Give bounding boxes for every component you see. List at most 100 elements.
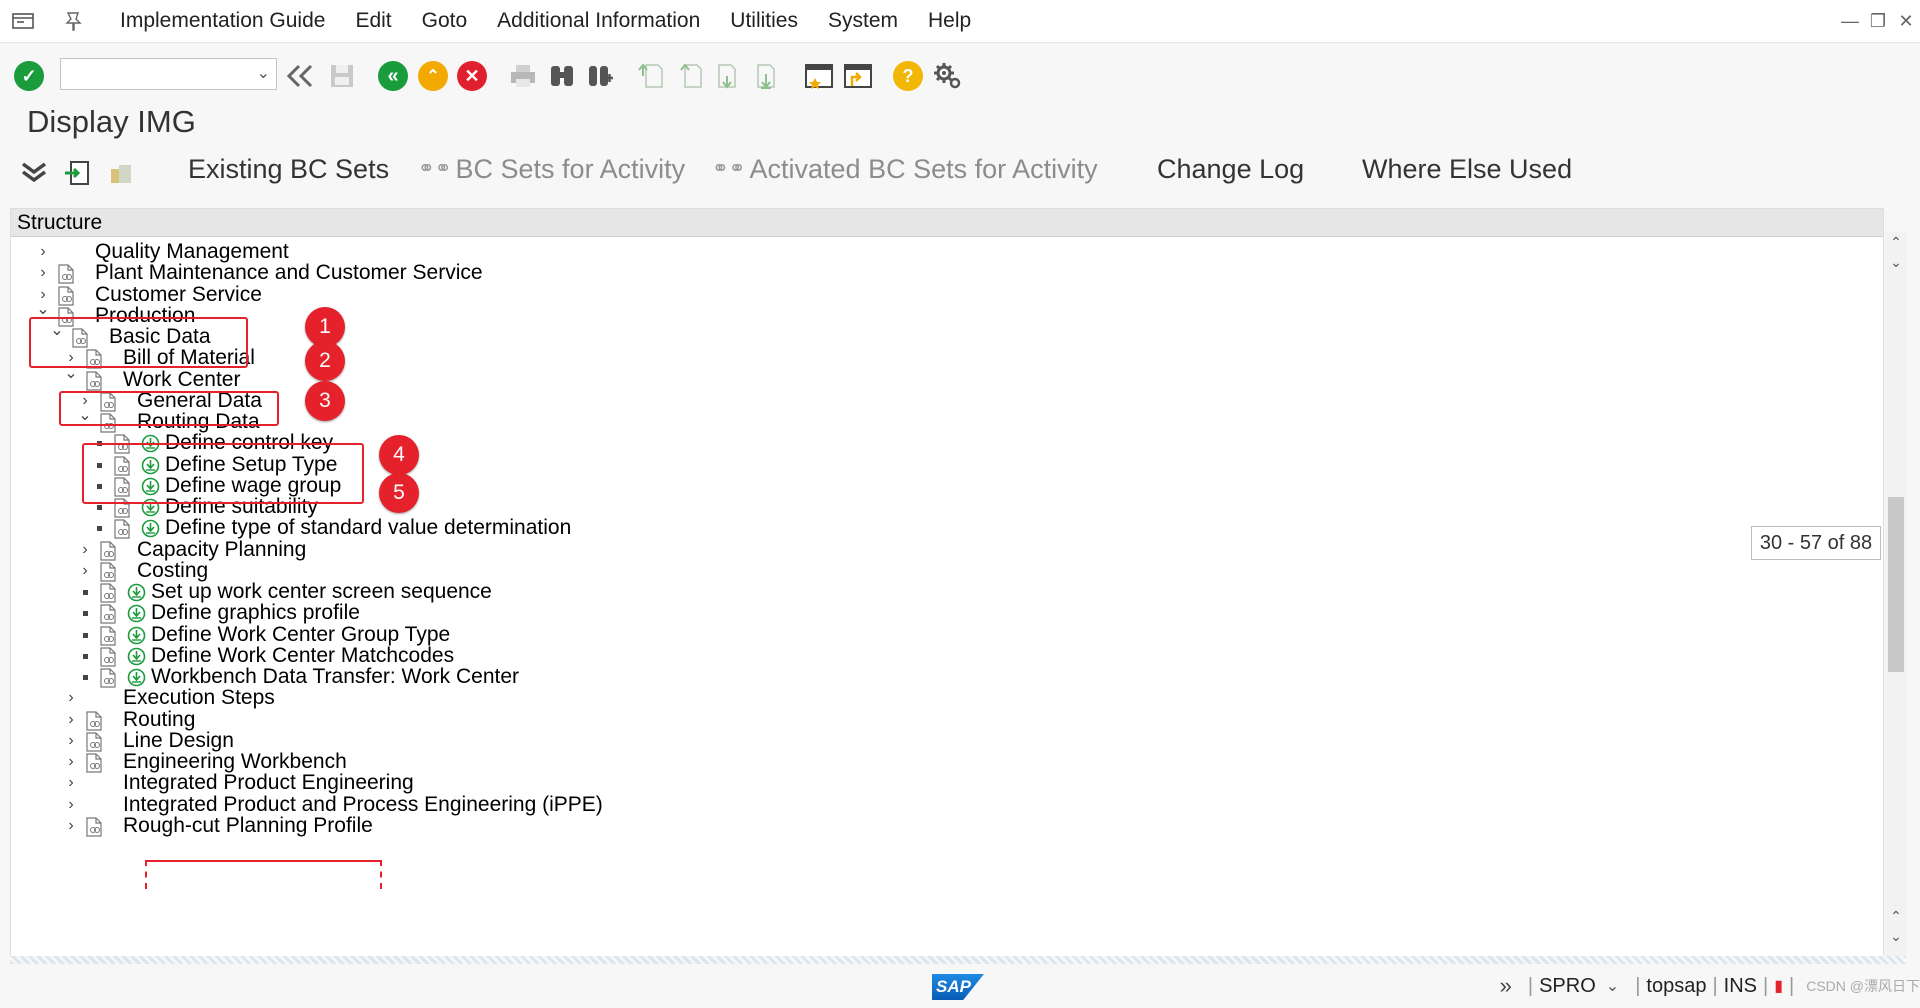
insert-mode[interactable]: INS (1724, 975, 1757, 998)
minimize-icon[interactable]: — (1836, 11, 1864, 32)
help-icon[interactable]: ? (891, 59, 925, 93)
app-menu-icon[interactable] (8, 9, 38, 33)
page-title: Display IMG (27, 104, 196, 139)
command-field[interactable]: ⌄ (60, 58, 277, 90)
callout-box-routing-data (82, 443, 364, 504)
create-session-icon[interactable] (802, 59, 836, 93)
scroll-down-step-icon[interactable]: ⌄ (1885, 254, 1907, 271)
cancel-icon[interactable]: ✕ (455, 59, 489, 93)
leaf-bullet-icon (83, 653, 88, 659)
watermark: CSDN @漂风日下 (1806, 978, 1920, 994)
glasses-icon: ⚭⚭ (418, 158, 452, 180)
existing-bc-sets-button[interactable]: Existing BC Sets (188, 154, 389, 185)
leaf-bullet-icon (83, 632, 88, 638)
scroll-page-up-icon[interactable]: ⌃ (1885, 908, 1907, 925)
command-input[interactable] (65, 59, 249, 89)
documentation-icon[interactable] (85, 817, 103, 837)
activated-bc-sets-label: Activated BC Sets for Activity (749, 154, 1098, 184)
back-icon[interactable]: « (376, 59, 410, 93)
leaf-bullet-icon (83, 590, 88, 595)
next-page-icon[interactable] (713, 59, 747, 93)
execute-activity-icon[interactable] (127, 668, 146, 687)
scroll-up-icon[interactable]: ⌃ (1885, 234, 1907, 251)
separator: | (1527, 974, 1534, 997)
separator: | (1712, 974, 1718, 997)
menu-system[interactable]: System (828, 9, 898, 33)
window-controls: — ❐ ✕ (1836, 0, 1920, 42)
bc-set-icon[interactable] (106, 158, 136, 188)
standard-toolbar: ✓ ⌄ « ⌃ ✕ ? (0, 43, 1920, 113)
print-icon[interactable] (506, 59, 540, 93)
highlight-engineering-workbench (145, 860, 382, 889)
tree-node[interactable]: › Rough-cut Planning Profile (11, 813, 1871, 839)
save-icon[interactable] (325, 59, 359, 93)
bc-sets-for-activity-label: BC Sets for Activity (455, 154, 686, 184)
leaf-bullet-icon (83, 675, 88, 680)
menu-edit[interactable]: Edit (355, 9, 391, 33)
transaction-code: SPRO (1539, 974, 1596, 997)
callout-box-production (29, 317, 248, 368)
callout-badge-2: 2 (305, 341, 345, 381)
callout-badge-3: 3 (305, 381, 345, 421)
tree-node-label[interactable]: Rough-cut Planning Profile (123, 813, 373, 839)
position-cursor-icon[interactable] (62, 158, 92, 188)
menu-goto[interactable]: Goto (422, 9, 468, 33)
expand-status-icon[interactable]: » (1500, 973, 1512, 999)
execute-activity-icon[interactable] (141, 519, 160, 538)
generate-shortcut-icon[interactable] (841, 59, 875, 93)
separator: | (1763, 974, 1769, 997)
activated-bc-sets-button[interactable]: ⚭⚭ Activated BC Sets for Activity (712, 154, 1098, 185)
menu-bar: Implementation Guide Edit Goto Additiona… (0, 0, 1920, 43)
find-next-icon[interactable] (583, 59, 617, 93)
last-page-icon[interactable] (752, 59, 786, 93)
leaf-bullet-icon (97, 526, 102, 532)
execute-activity-icon[interactable] (127, 583, 146, 602)
customize-layout-icon[interactable] (931, 59, 965, 93)
execute-activity-icon[interactable] (127, 647, 146, 666)
system-info: » | SPRO ⌄ | topsap | INS | ▮ | CSDN @漂风… (1500, 964, 1920, 1008)
application-toolbar: Existing BC Sets ⚭⚭ BC Sets for Activity … (0, 148, 1920, 196)
status-bar: SAP » | SPRO ⌄ | topsap | INS | ▮ | CSDN… (0, 964, 1920, 1008)
menu-utilities[interactable]: Utilities (730, 9, 798, 33)
execute-activity-icon[interactable] (127, 604, 146, 623)
performance-icon: ▮ (1774, 978, 1784, 995)
enter-icon[interactable]: ✓ (12, 59, 46, 93)
callout-box-work-center (59, 391, 279, 426)
menu-additional-information[interactable]: Additional Information (497, 9, 700, 33)
expand-subtree-icon[interactable] (19, 158, 49, 188)
first-page-icon[interactable] (634, 59, 668, 93)
horizontal-scrollbar[interactable] (10, 956, 1906, 964)
menu-help[interactable]: Help (928, 9, 971, 33)
back-double-icon[interactable] (283, 59, 317, 93)
pin-icon[interactable] (58, 9, 90, 33)
scroll-range-tooltip: 30 - 57 of 88 (1751, 526, 1881, 560)
exit-icon[interactable]: ⌃ (416, 59, 450, 93)
where-else-used-button[interactable]: Where Else Used (1362, 154, 1572, 185)
previous-page-icon[interactable] (673, 59, 707, 93)
callout-badge-4: 4 (379, 435, 419, 475)
menu-implementation-guide[interactable]: Implementation Guide (120, 9, 325, 33)
glasses-icon: ⚭⚭ (712, 158, 746, 180)
sap-logo: SAP (932, 974, 984, 1000)
change-log-button[interactable]: Change Log (1157, 154, 1304, 185)
restore-icon[interactable]: ❐ (1864, 11, 1892, 32)
separator: | (1635, 974, 1641, 997)
scroll-down-icon[interactable]: ⌄ (1885, 928, 1907, 945)
leaf-bullet-icon (97, 505, 102, 510)
chevron-down-icon[interactable]: ⌄ (1606, 976, 1619, 996)
chevron-down-icon[interactable]: ⌄ (257, 63, 270, 83)
execute-activity-icon[interactable] (127, 626, 146, 645)
server-name: topsap (1646, 974, 1707, 997)
scroll-thumb[interactable] (1888, 497, 1904, 672)
leaf-bullet-icon (83, 611, 88, 617)
img-tree: › Quality Management › Plant Maintenance an… (11, 237, 1883, 957)
bc-sets-for-activity-button[interactable]: ⚭⚭ BC Sets for Activity (418, 154, 685, 185)
close-window-icon[interactable]: ✕ (1892, 11, 1920, 32)
separator: | (1789, 974, 1795, 997)
vertical-scrollbar[interactable]: ⌃ ⌄ ⌃ ⌄ (1885, 232, 1907, 956)
expand-node-icon[interactable]: › (63, 813, 79, 839)
find-icon[interactable] (545, 59, 579, 93)
callout-badge-5: 5 (379, 473, 419, 513)
structure-header: Structure (11, 209, 1883, 237)
structure-panel: Structure › Quality Management › Plant Main… (10, 208, 1884, 958)
